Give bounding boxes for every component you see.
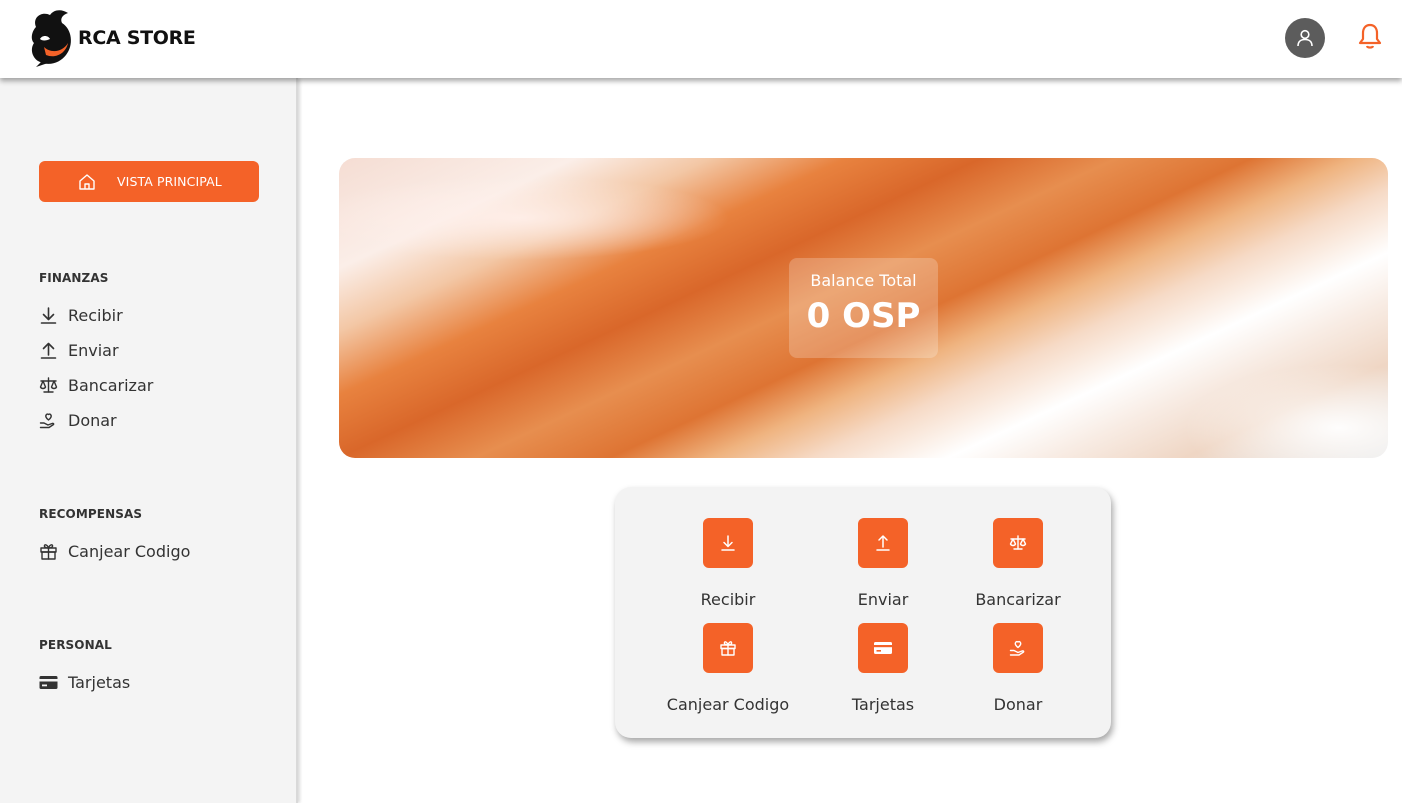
- action-tile: [858, 518, 908, 568]
- scale-icon: [39, 376, 58, 393]
- balance-card: Balance Total 0 OSP: [789, 258, 938, 358]
- section-title-recompensas: RECOMPENSAS: [39, 507, 143, 521]
- action-bancarizar[interactable]: Bancarizar: [943, 518, 1093, 609]
- action-label: Tarjetas: [851, 695, 915, 714]
- action-tile: [858, 623, 908, 673]
- action-recibir[interactable]: Recibir: [653, 518, 803, 609]
- balance-value: 0 OSP: [806, 296, 921, 336]
- action-tile: [703, 623, 753, 673]
- scale-icon: [1009, 535, 1027, 550]
- upload-icon: [40, 342, 57, 359]
- brand-name: RCA STORE: [78, 27, 196, 49]
- sidebar-item-label: Tarjetas: [68, 672, 131, 692]
- orca-logo-icon: [31, 10, 71, 67]
- sidebar-item-label: Bancarizar: [68, 375, 154, 395]
- sidebar-item-label: Enviar: [68, 340, 119, 360]
- action-label: Canjear Codigo: [666, 695, 790, 714]
- sidebar: VISTA PRINCIPAL FINANZAS Recibir Enviar …: [0, 78, 298, 803]
- top-header: RCA STORE: [0, 0, 1402, 78]
- balance-label: Balance Total: [810, 271, 917, 290]
- donate-hand-icon: [39, 412, 55, 428]
- sidebar-item-label: Canjear Codigo: [68, 541, 191, 561]
- action-tile: [993, 623, 1043, 673]
- gift-icon: [720, 641, 736, 656]
- vista-principal-button[interactable]: VISTA PRINCIPAL: [39, 161, 259, 202]
- notification-bell-icon[interactable]: [1357, 22, 1383, 50]
- action-label: Enviar: [857, 590, 909, 609]
- user-icon: [1297, 29, 1313, 47]
- donate-hand-icon: [1009, 640, 1025, 656]
- gift-icon: [40, 543, 57, 560]
- user-avatar[interactable]: [1285, 18, 1325, 58]
- brand-logo[interactable]: RCA STORE: [28, 9, 196, 67]
- section-title-personal: PERSONAL: [39, 638, 112, 652]
- download-icon: [40, 306, 57, 324]
- action-tile: [703, 518, 753, 568]
- action-tarjetas[interactable]: Tarjetas: [808, 623, 958, 714]
- sidebar-item-enviar[interactable]: Enviar: [39, 338, 119, 362]
- action-label: Donar: [993, 695, 1043, 714]
- download-icon: [721, 535, 735, 551]
- sidebar-item-bancarizar[interactable]: Bancarizar: [39, 373, 153, 397]
- sidebar-item-donar[interactable]: Donar: [39, 408, 117, 432]
- action-label: Recibir: [700, 590, 756, 609]
- sidebar-item-label: Recibir: [68, 305, 123, 325]
- action-tile: [993, 518, 1043, 568]
- section-title-finanzas: FINANZAS: [39, 271, 109, 285]
- quick-actions-panel: Recibir Enviar Bancarizar Canjear Codigo: [615, 487, 1111, 738]
- action-label: Bancarizar: [975, 590, 1061, 609]
- vista-principal-label: VISTA PRINCIPAL: [117, 174, 222, 189]
- sidebar-item-tarjetas[interactable]: Tarjetas: [39, 670, 130, 694]
- credit-card-icon: [39, 675, 58, 689]
- action-canjear-codigo[interactable]: Canjear Codigo: [653, 623, 803, 714]
- sidebar-item-canjear-codigo[interactable]: Canjear Codigo: [39, 539, 190, 563]
- credit-card-icon: [874, 642, 892, 654]
- action-enviar[interactable]: Enviar: [808, 518, 958, 609]
- home-icon: [79, 173, 95, 190]
- upload-icon: [876, 535, 890, 551]
- sidebar-item-label: Donar: [68, 410, 117, 430]
- action-donar[interactable]: Donar: [943, 623, 1093, 714]
- sidebar-item-recibir[interactable]: Recibir: [39, 303, 123, 327]
